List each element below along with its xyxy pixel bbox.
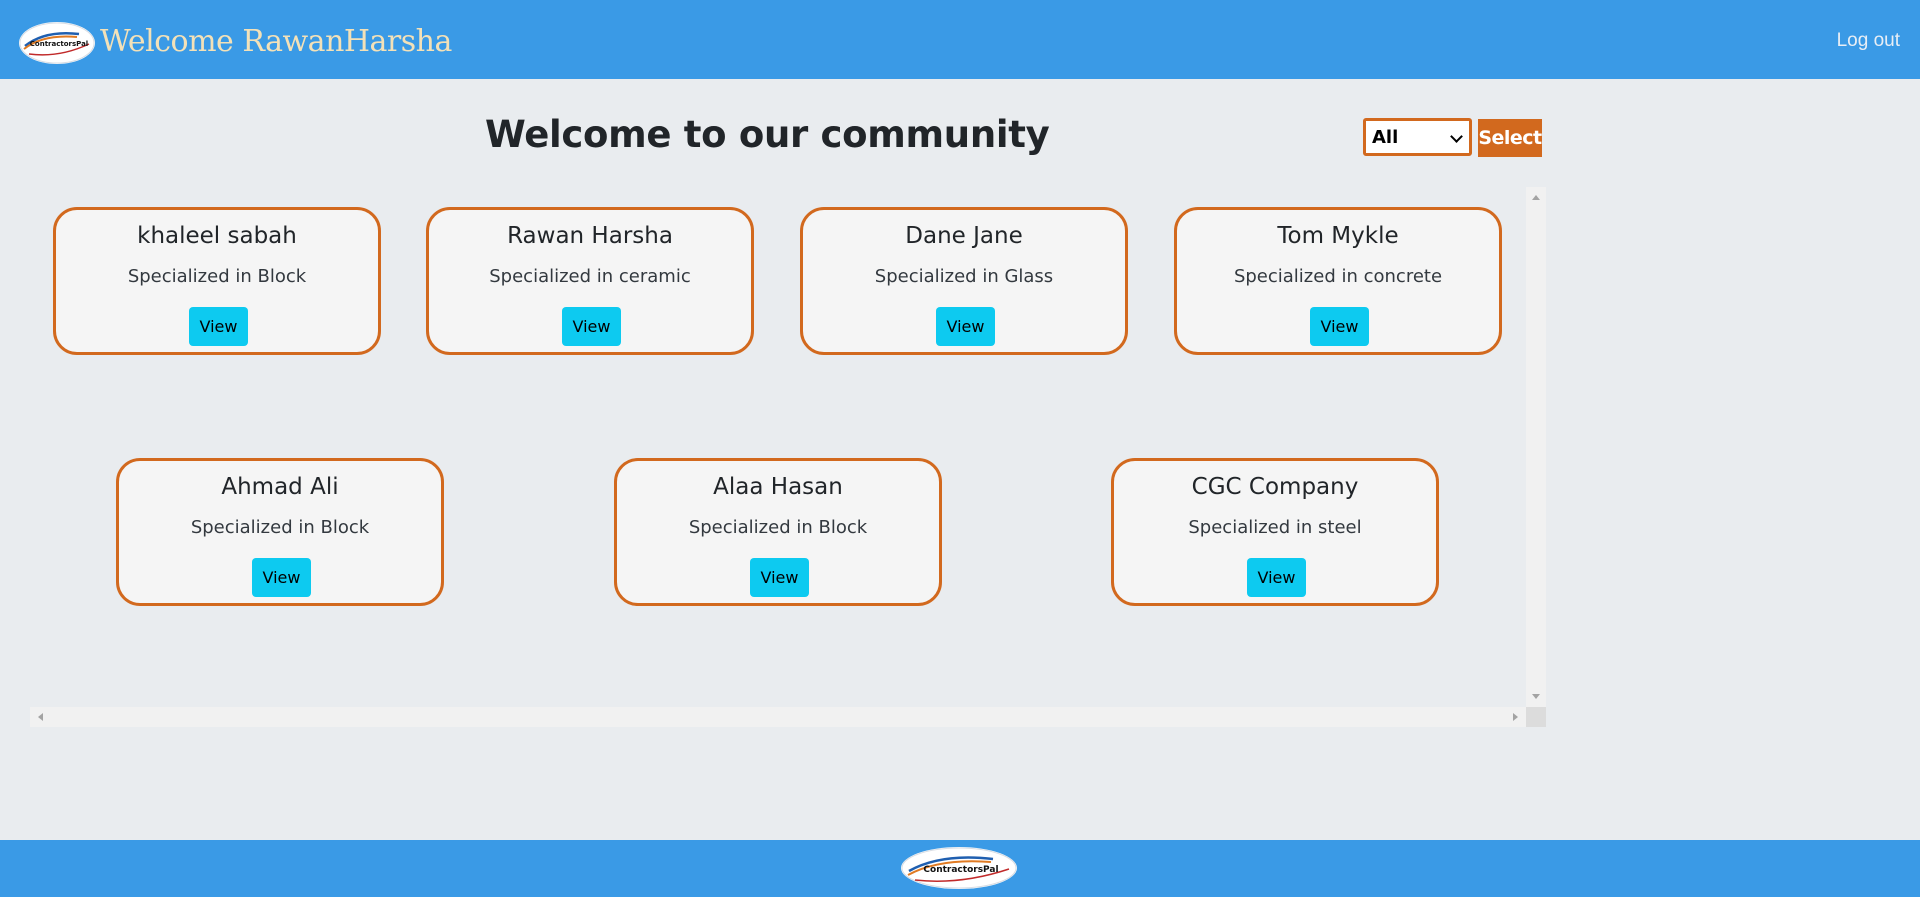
vertical-scrollbar[interactable]	[1526, 187, 1546, 707]
view-button[interactable]: View	[1310, 307, 1369, 346]
horizontal-scrollbar[interactable]	[30, 707, 1526, 727]
contractor-name: Tom Mykle	[1277, 223, 1399, 249]
top-navbar: ContractorsPal Welcome RawanHarsha Log o…	[0, 0, 1920, 79]
contractor-name: Dane Jane	[905, 223, 1023, 249]
contractor-card: khaleel sabah Specialized in Block View	[53, 207, 381, 355]
svg-text:ContractorsPal: ContractorsPal	[923, 865, 998, 875]
view-button[interactable]: View	[252, 558, 311, 597]
filter-selected-value: All	[1372, 126, 1399, 148]
contractor-card: Dane Jane Specialized in Glass View	[800, 207, 1128, 355]
contractor-card: Rawan Harsha Specialized in ceramic View	[426, 207, 754, 355]
contractor-specialty: Specialized in Glass	[874, 266, 1054, 287]
view-button[interactable]: View	[750, 558, 809, 597]
contractor-name: Alaa Hasan	[713, 474, 843, 500]
contractor-specialty: Specialized in Block	[127, 266, 307, 287]
contractor-specialty: Specialized in steel	[1188, 517, 1362, 538]
scroll-up-arrow-icon[interactable]	[1532, 195, 1540, 200]
select-button[interactable]: Select	[1478, 119, 1542, 157]
contractor-name: khaleel sabah	[137, 223, 297, 249]
contractor-card: Tom Mykle Specialized in concrete View	[1174, 207, 1502, 355]
contractor-name: CGC Company	[1191, 474, 1359, 500]
contractor-specialty: Specialized in concrete	[1233, 266, 1443, 287]
contractorspal-logo[interactable]: ContractorsPal	[19, 22, 95, 64]
contractor-name: Ahmad Ali	[221, 474, 339, 500]
view-button[interactable]: View	[562, 307, 621, 346]
specialty-filter-select[interactable]: All	[1363, 118, 1472, 156]
logout-link[interactable]: Log out	[1837, 30, 1900, 52]
scrollbar-corner	[1526, 707, 1546, 727]
view-button[interactable]: View	[189, 307, 248, 346]
page-title: Welcome to our community	[485, 113, 1050, 156]
view-button[interactable]: View	[1247, 558, 1306, 597]
contractor-name: Rawan Harsha	[507, 223, 673, 249]
contractor-specialty: Specialized in ceramic	[489, 266, 691, 287]
contractor-card: Alaa Hasan Specialized in Block View	[614, 458, 942, 606]
contractor-card: Ahmad Ali Specialized in Block View	[116, 458, 444, 606]
contractor-cards-container[interactable]: khaleel sabah Specialized in Block View …	[30, 187, 1546, 727]
contractor-specialty: Specialized in Block	[688, 517, 868, 538]
contractor-card: CGC Company Specialized in steel View	[1111, 458, 1439, 606]
contractor-specialty: Specialized in Block	[190, 517, 370, 538]
footer-logo: ContractorsPal	[901, 847, 1017, 889]
svg-text:ContractorsPal: ContractorsPal	[30, 40, 88, 48]
scroll-left-arrow-icon[interactable]	[38, 713, 43, 721]
welcome-heading: Welcome RawanHarsha	[100, 24, 452, 59]
scroll-right-arrow-icon[interactable]	[1513, 713, 1518, 721]
view-button[interactable]: View	[936, 307, 995, 346]
footer: ContractorsPal	[0, 840, 1920, 897]
scroll-down-arrow-icon[interactable]	[1532, 694, 1540, 699]
chevron-down-icon	[1450, 130, 1463, 143]
